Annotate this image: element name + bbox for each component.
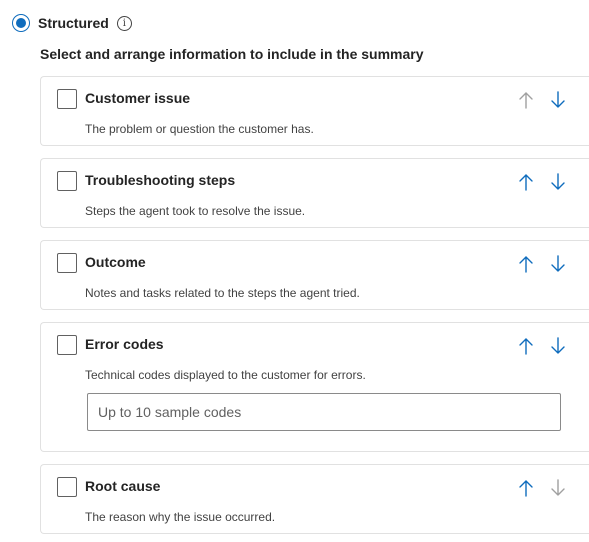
- structured-radio[interactable]: [12, 14, 30, 32]
- root-cause-checkbox[interactable]: [57, 477, 77, 497]
- item-title: Error codes: [85, 336, 164, 352]
- item-title: Root cause: [85, 478, 161, 494]
- move-down-icon[interactable]: [547, 171, 569, 193]
- move-up-icon[interactable]: [515, 171, 537, 193]
- radio-selected-dot: [16, 18, 26, 28]
- structured-option[interactable]: Structured i: [12, 12, 132, 34]
- move-up-icon[interactable]: [515, 477, 537, 499]
- move-down-icon[interactable]: [547, 89, 569, 111]
- item-description: The problem or question the customer has…: [85, 122, 314, 136]
- item-description: Steps the agent took to resolve the issu…: [85, 204, 306, 218]
- move-down-icon[interactable]: [547, 335, 569, 357]
- item-title: Outcome: [85, 254, 146, 270]
- sample-codes-input[interactable]: [87, 393, 561, 431]
- customer-issue-checkbox[interactable]: [57, 89, 77, 109]
- move-down-icon[interactable]: [547, 253, 569, 275]
- move-up-icon[interactable]: [515, 253, 537, 275]
- structured-label: Structured: [38, 15, 109, 31]
- summary-item-root-cause: Root cause The reason why the issue occu…: [40, 464, 589, 534]
- item-description: The reason why the issue occurred.: [85, 510, 276, 524]
- item-description: Notes and tasks related to the steps the…: [85, 286, 360, 300]
- move-down-icon: [547, 477, 569, 499]
- troubleshooting-steps-checkbox[interactable]: [57, 171, 77, 191]
- item-title: Troubleshooting steps: [85, 172, 236, 188]
- outcome-checkbox[interactable]: [57, 253, 77, 273]
- summary-item-error-codes: Error codes Technical codes displayed to…: [40, 322, 589, 452]
- item-title: Customer issue: [85, 90, 191, 106]
- move-up-icon: [515, 89, 537, 111]
- info-icon[interactable]: i: [116, 15, 132, 31]
- summary-item-outcome: Outcome Notes and tasks related to the s…: [40, 240, 589, 310]
- summary-item-customer-issue: Customer issue The problem or question t…: [40, 76, 589, 146]
- error-codes-checkbox[interactable]: [57, 335, 77, 355]
- section-instructions: Select and arrange information to includ…: [40, 46, 424, 62]
- move-up-icon[interactable]: [515, 335, 537, 357]
- item-description: Technical codes displayed to the custome…: [85, 368, 366, 382]
- summary-item-troubleshooting-steps: Troubleshooting steps Steps the agent to…: [40, 158, 589, 228]
